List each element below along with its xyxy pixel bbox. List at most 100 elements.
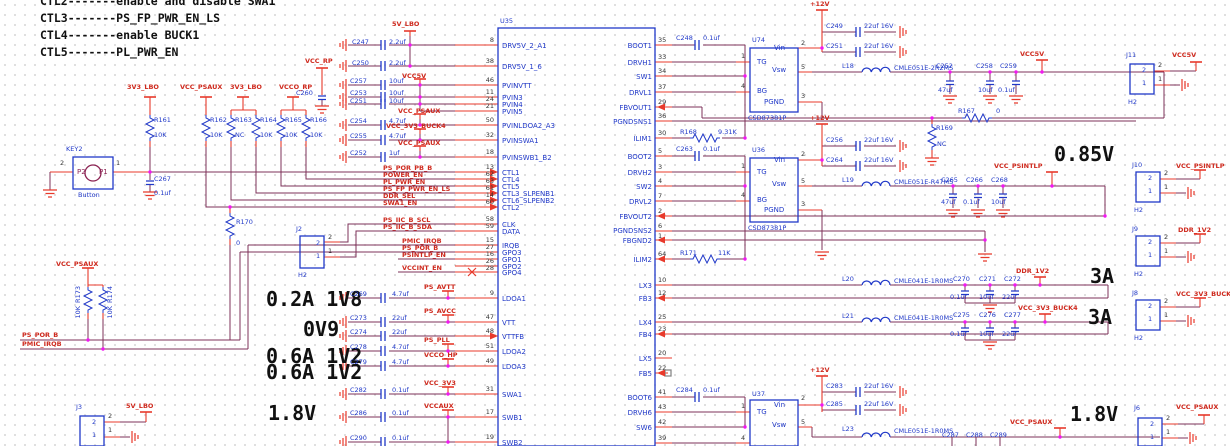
refdes: KEY2 — [66, 145, 83, 153]
junction-dot — [820, 403, 824, 407]
refdes: C282 — [350, 386, 367, 394]
pin-number: 2 — [1166, 414, 1171, 422]
pin-name: DRVH2 — [627, 169, 652, 177]
junction-dot — [976, 184, 980, 188]
pin-name: VTTFB — [502, 333, 525, 341]
cap-value: 2.2uf — [389, 59, 406, 67]
pin-number: 2 — [108, 412, 113, 420]
pin-number: 7 — [658, 192, 663, 200]
refdes: C276 — [979, 311, 996, 319]
pin-number: 29 — [658, 98, 667, 106]
pin-number: 2 — [801, 394, 806, 402]
pin-name: CTL2 — [502, 204, 520, 212]
pin-name: BOOT2 — [627, 153, 652, 161]
power-net-label: DDR_1V2 — [1016, 267, 1050, 275]
pin-number: 50 — [485, 116, 494, 124]
pin-number: 23 — [658, 325, 667, 333]
pin-number: 31 — [485, 385, 494, 393]
pin-name: P1 — [99, 168, 108, 176]
pin-name: PGND — [764, 206, 785, 214]
pin-number: 1 — [1150, 433, 1155, 441]
cap-value: 4.7uf — [392, 358, 409, 366]
pin-number: 38 — [485, 57, 494, 65]
refdes: C275 — [953, 311, 970, 319]
pin-name: DRVL1 — [628, 89, 652, 97]
pin-name: BOOT6 — [627, 394, 652, 402]
note-ctl4: CTL4-------enable BUCK1 — [40, 28, 200, 42]
cap-value: 22uf 16V — [864, 136, 894, 144]
junction-dot — [148, 170, 152, 174]
junction-dot — [1014, 70, 1018, 74]
power-net-label: VCC_PSINTLP — [994, 162, 1043, 170]
junction-dot — [988, 320, 992, 324]
power-net-label: VCC_PSAUX — [1176, 403, 1219, 411]
junction-dot — [988, 70, 992, 74]
refdes: R171 — [680, 249, 697, 257]
cap-value: 22uf 16V — [864, 156, 894, 164]
cap-value: 0.1uf — [998, 86, 1015, 94]
refdes: R167 — [958, 107, 975, 115]
cap-value: 10uf — [979, 293, 994, 301]
net-label: PS_PLL — [424, 336, 450, 344]
cap-value: 4.7uf — [389, 117, 406, 125]
junction-dot — [743, 136, 747, 140]
pin-number: 4 — [658, 177, 663, 185]
pin-number: 18 — [485, 148, 494, 156]
pin-number: 2 — [801, 150, 806, 158]
net-label: PSINTLP_EN — [402, 251, 446, 259]
pin-number: 42 — [658, 418, 667, 426]
inductor-part: CMLE041E-1R0MS — [894, 277, 954, 285]
cap-value: 0.1uf — [703, 386, 720, 394]
junction-dot — [1001, 184, 1005, 188]
refdes: C257 — [350, 77, 367, 85]
refdes: C251 — [350, 97, 367, 105]
junction-dot — [1040, 70, 1044, 74]
inductor-part: CMLE041E-1R0MS — [894, 314, 954, 322]
junction-dot — [963, 320, 967, 324]
pin-number: 1 — [1164, 247, 1169, 255]
power-net-label: VCC5V — [1020, 50, 1045, 58]
refdes: L18 — [842, 62, 854, 70]
connector-refdes: J11 — [1126, 51, 1137, 59]
junction-dot — [743, 425, 747, 429]
pin-name: PGNDSNS1 — [613, 118, 652, 126]
pin-number: 2 — [1164, 169, 1169, 177]
pin-number: 64 — [658, 250, 667, 258]
refdes: C274 — [350, 328, 367, 336]
pin-number: 2 — [1164, 233, 1169, 241]
cap-value: 0.1uf — [392, 386, 409, 394]
refdes: R173 — [74, 286, 82, 303]
pin-number: 1 — [1148, 251, 1153, 259]
pin-number: 1 — [1166, 428, 1171, 436]
pin-number: 1 — [741, 402, 746, 410]
cap-value: 0.1uf — [703, 34, 720, 42]
refdes: C253 — [350, 89, 367, 97]
pin-name: PGNDSNS2 — [613, 227, 652, 235]
cap-value: 0.1uf — [392, 434, 409, 442]
junction-dot — [418, 83, 422, 87]
refdes: C252 — [350, 149, 367, 157]
part-number: CSD87381P — [748, 114, 787, 122]
voltage-annotation: 3A — [1088, 305, 1113, 329]
power-net-label: +12V — [810, 366, 830, 374]
cap-value: 47uf — [938, 86, 953, 94]
cap-value: 22uf — [1002, 293, 1017, 301]
pin-number: 1 — [741, 52, 746, 60]
pin-number: 17 — [485, 408, 494, 416]
refdes: C285 — [826, 400, 843, 408]
pin-number: 39 — [658, 434, 667, 442]
pin-name: FB5 — [638, 370, 652, 378]
refdes: C286 — [350, 409, 367, 417]
pin-number: 60 — [485, 198, 494, 206]
pin-name: PVINSWB1_B2 — [502, 154, 552, 162]
pin-number: 1 — [1158, 75, 1163, 83]
refdes: C264 — [826, 156, 843, 164]
pin-name: SW1 — [636, 73, 652, 81]
pin-name: Vsw — [772, 180, 787, 188]
net-label: VCCO_HP — [424, 351, 458, 359]
pin-number: 1 — [108, 426, 113, 434]
refdes: C273 — [350, 314, 367, 322]
voltage-annotation: 0.2A 1V8 — [266, 287, 363, 311]
cap-value: 22uf — [1002, 330, 1017, 338]
pin-number: 1 — [741, 162, 746, 170]
